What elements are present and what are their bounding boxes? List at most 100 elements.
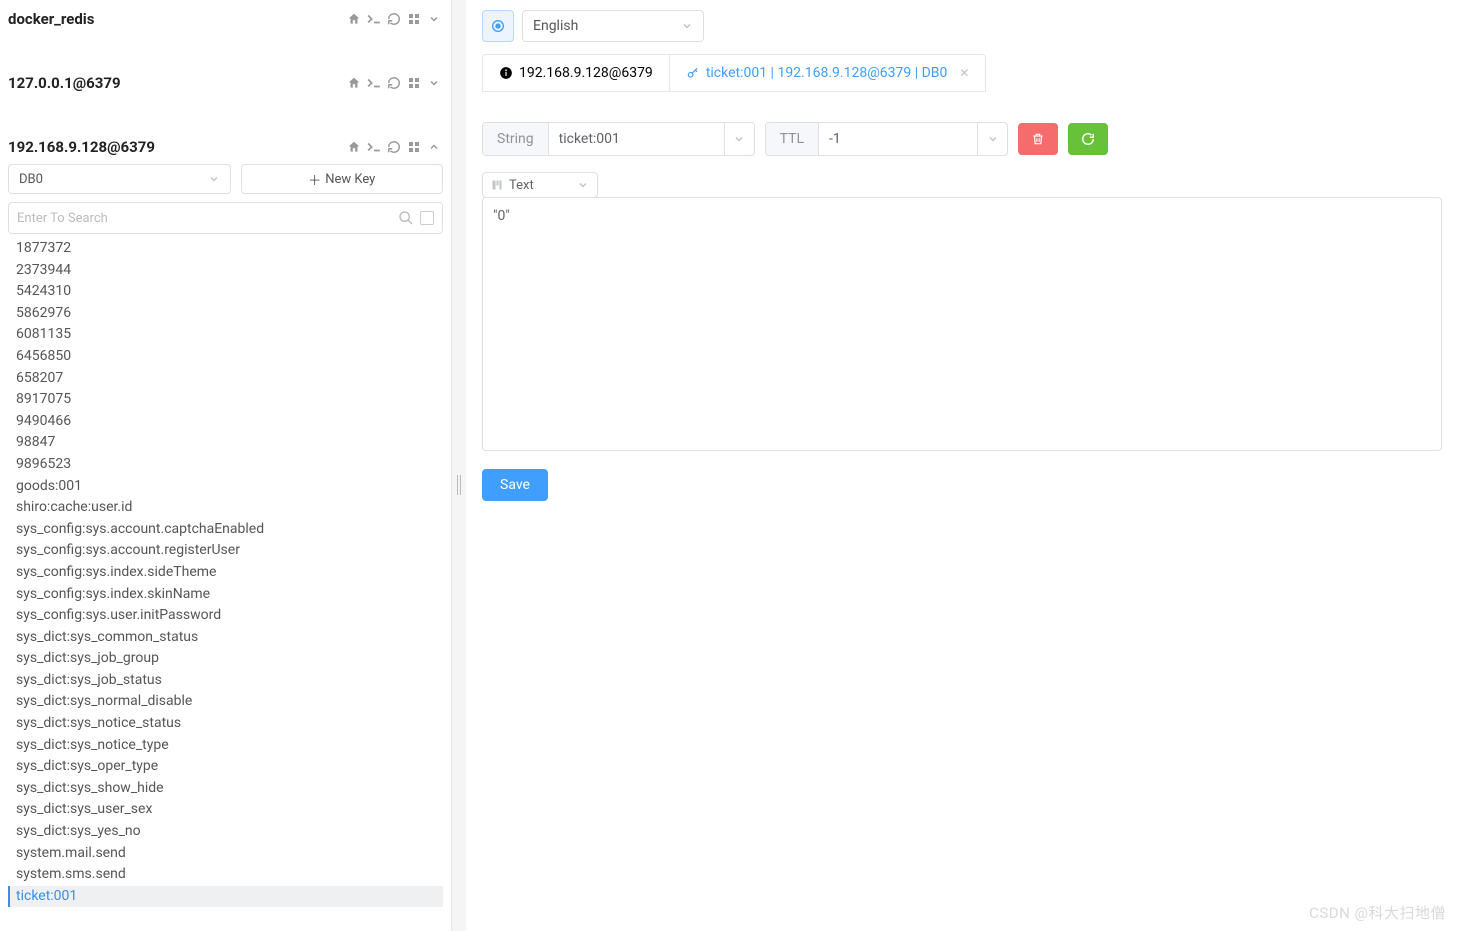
new-key-label: New Key: [325, 172, 375, 187]
ttl-input[interactable]: [819, 123, 977, 155]
split-divider[interactable]: [452, 0, 466, 931]
top-bar: English: [482, 10, 1442, 42]
key-type-label: String: [483, 123, 549, 155]
key-list: 1877372237394454243105862976608113564568…: [8, 234, 443, 907]
connection-actions: [345, 74, 443, 92]
tab[interactable]: 192.168.9.128@6379: [483, 55, 670, 91]
tabs: 192.168.9.128@6379 ticket:001 | 192.168.9…: [482, 54, 986, 92]
close-icon[interactable]: ✕: [959, 66, 969, 80]
key-item[interactable]: sys_config:sys.account.registerUser: [8, 540, 443, 562]
key-item[interactable]: sys_dict:sys_common_status: [8, 627, 443, 649]
key-item[interactable]: 8917075: [8, 389, 443, 411]
key-item[interactable]: 658207: [8, 368, 443, 390]
tab[interactable]: ticket:001 | 192.168.9.128@6379 | DB0 ✕: [670, 55, 986, 91]
grid-icon[interactable]: [405, 138, 423, 156]
key-item[interactable]: sys_dict:sys_yes_no: [8, 821, 443, 843]
db-select-value: DB0: [19, 172, 43, 187]
plus-icon: ＋: [308, 170, 321, 189]
key-item[interactable]: sys_config:sys.user.initPassword: [8, 605, 443, 627]
key-item[interactable]: sys_dict:sys_notice_status: [8, 713, 443, 735]
key-item[interactable]: 9896523: [8, 454, 443, 476]
value-area: Text "0" Save: [482, 172, 1442, 501]
grid-icon[interactable]: [405, 74, 423, 92]
delete-button[interactable]: [1018, 123, 1058, 155]
language-value: English: [533, 18, 578, 34]
key-item[interactable]: 2373944: [8, 260, 443, 282]
connection-header-1[interactable]: 127.0.0.1@6379: [0, 64, 451, 100]
key-item[interactable]: 5424310: [8, 281, 443, 303]
search-input[interactable]: [17, 211, 392, 226]
grid-icon[interactable]: [405, 10, 423, 28]
refresh-icon[interactable]: [385, 74, 403, 92]
key-detail-bar: String TTL: [482, 122, 1442, 156]
search-icon[interactable]: [398, 210, 414, 226]
connection-name: 192.168.9.128@6379: [8, 138, 155, 156]
connection-name: docker_redis: [8, 10, 94, 28]
tab-label: 192.168.9.128@6379: [519, 65, 653, 81]
ttl-label: TTL: [766, 123, 819, 155]
key-item[interactable]: system.sms.send: [8, 864, 443, 886]
connection-actions: [345, 10, 443, 28]
home-icon[interactable]: [345, 74, 363, 92]
key-item[interactable]: 98847: [8, 432, 443, 454]
terminal-icon[interactable]: [365, 74, 383, 92]
home-icon[interactable]: [345, 138, 363, 156]
key-item[interactable]: shiro:cache:user.id: [8, 497, 443, 519]
key-item[interactable]: sys_dict:sys_normal_disable: [8, 691, 443, 713]
refresh-icon[interactable]: [385, 10, 403, 28]
exact-match-checkbox[interactable]: [420, 211, 434, 225]
key-item[interactable]: sys_dict:sys_notice_type: [8, 735, 443, 757]
divider-handle-icon: [457, 475, 461, 495]
key-icon: [686, 66, 700, 80]
db-select[interactable]: DB0: [8, 164, 231, 194]
key-item[interactable]: 6081135: [8, 324, 443, 346]
key-item[interactable]: goods:001: [8, 476, 443, 498]
key-item[interactable]: sys_dict:sys_job_group: [8, 648, 443, 670]
ttl-box: TTL: [765, 122, 1008, 156]
terminal-icon[interactable]: [365, 138, 383, 156]
key-item[interactable]: 1877372: [8, 238, 443, 260]
key-item[interactable]: system.mail.send: [8, 843, 443, 865]
new-key-button[interactable]: ＋ New Key: [241, 164, 444, 194]
main-panel: English 192.168.9.128@6379 ticket:001 | 1…: [466, 0, 1458, 931]
connection-body: DB0 ＋ New Key 18773722373944542431058629…: [0, 164, 451, 917]
info-icon: [499, 66, 513, 80]
key-item[interactable]: ticket:001: [8, 886, 443, 908]
sidebar: docker_redis 127.0.0.1@6379 192.168.9.12…: [0, 0, 452, 931]
connection-name: 127.0.0.1@6379: [8, 74, 121, 92]
key-item[interactable]: sys_config:sys.index.skinName: [8, 584, 443, 606]
key-item[interactable]: 6456850: [8, 346, 443, 368]
value-format-select[interactable]: Text: [482, 172, 598, 198]
connection-header-0[interactable]: docker_redis: [0, 0, 451, 36]
key-item[interactable]: sys_dict:sys_user_sex: [8, 799, 443, 821]
key-name-input[interactable]: [549, 123, 724, 155]
ttl-dropdown[interactable]: [977, 123, 1007, 155]
key-item[interactable]: sys_dict:sys_show_hide: [8, 778, 443, 800]
target-button[interactable]: [482, 10, 514, 42]
key-item[interactable]: 5862976: [8, 303, 443, 325]
connection-actions: [345, 138, 443, 156]
key-type-box: String: [482, 122, 755, 156]
refresh-icon[interactable]: [385, 138, 403, 156]
binary-icon: [491, 179, 503, 191]
chevron-up-icon[interactable]: [425, 138, 443, 156]
key-item[interactable]: sys_config:sys.account.captchaEnabled: [8, 519, 443, 541]
format-label: Text: [509, 178, 571, 193]
watermark: CSDN @科大扫地僧: [1309, 902, 1446, 923]
reload-button[interactable]: [1068, 123, 1108, 155]
home-icon[interactable]: [345, 10, 363, 28]
key-item[interactable]: sys_config:sys.index.sideTheme: [8, 562, 443, 584]
chevron-down-icon[interactable]: [425, 10, 443, 28]
language-select[interactable]: English: [522, 10, 704, 42]
tab-label: ticket:001 | 192.168.9.128@6379 | DB0: [706, 65, 948, 81]
value-textarea[interactable]: "0": [482, 197, 1442, 451]
chevron-down-icon[interactable]: [425, 74, 443, 92]
save-button[interactable]: Save: [482, 469, 548, 501]
key-item[interactable]: 9490466: [8, 411, 443, 433]
connection-header-2[interactable]: 192.168.9.128@6379: [0, 128, 451, 164]
key-name-dropdown[interactable]: [724, 123, 754, 155]
key-item[interactable]: sys_dict:sys_job_status: [8, 670, 443, 692]
key-item[interactable]: sys_dict:sys_oper_type: [8, 756, 443, 778]
terminal-icon[interactable]: [365, 10, 383, 28]
search-box: [8, 202, 443, 234]
